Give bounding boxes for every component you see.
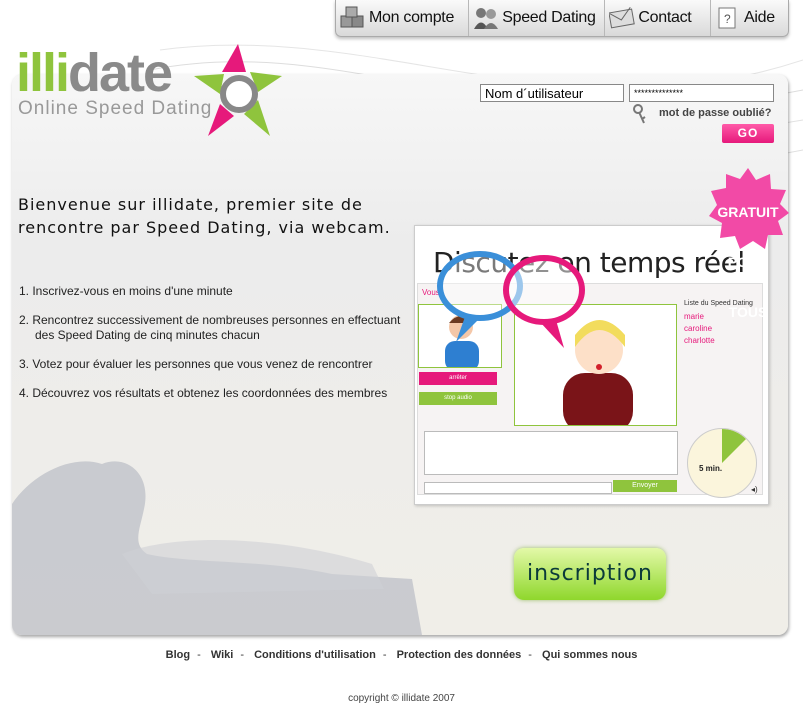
- login-go-button[interactable]: GO: [722, 124, 774, 143]
- top-navigation: Mon compte Speed Dating Contact ? Aide: [335, 0, 789, 37]
- demo-timer: [687, 428, 757, 498]
- demo-chat-area: [424, 431, 678, 475]
- steps-list: 1. Inscrivez-vous en moins d'une minute …: [19, 284, 414, 415]
- nav-label: Mon compte: [369, 9, 455, 26]
- speaker-icon: ◂): [751, 485, 758, 494]
- step-item-continued: des Speed Dating de cinq minutes chacun: [35, 328, 260, 342]
- keys-icon: [633, 104, 646, 124]
- nav-mon-compte[interactable]: Mon compte: [336, 0, 470, 36]
- footer-link-wiki[interactable]: Wiki: [211, 649, 234, 661]
- demo-send-button: Envoyer: [613, 480, 677, 492]
- demo-green-button: stop audio: [419, 392, 497, 405]
- footer-link-about[interactable]: Qui sommes nous: [542, 649, 637, 661]
- nav-speed-dating[interactable]: Speed Dating: [469, 0, 606, 36]
- envelope-icon: [608, 6, 636, 30]
- svg-text:?: ?: [724, 12, 731, 26]
- nav-label: Aide: [744, 9, 775, 26]
- step-item: 1. Inscrivez-vous en moins d'une minute: [19, 284, 233, 298]
- username-input[interactable]: [480, 84, 624, 102]
- step-item: 3. Votez pour évaluer les personnes que …: [19, 357, 373, 371]
- silhouette-illustration: [12, 461, 422, 635]
- people-icon: [473, 6, 499, 30]
- footer-link-conditions[interactable]: Conditions d'utilisation: [254, 649, 376, 661]
- forgot-password-link[interactable]: mot de passe oublié?: [659, 107, 771, 119]
- boxes-icon: [340, 6, 366, 30]
- step-item: 4. Découvrez vos résultats et obtenez le…: [19, 386, 388, 400]
- footer-link-protection[interactable]: Protection des données: [397, 649, 522, 661]
- free-badge: GRATUIT POUR TOUS: [707, 168, 789, 320]
- demo-list-item: charlotte: [684, 336, 715, 345]
- demo-list-item: caroline: [684, 324, 713, 333]
- nav-label: Speed Dating: [502, 9, 596, 26]
- help-icon: ?: [715, 6, 741, 30]
- demo-chat-input: [424, 482, 612, 494]
- password-input[interactable]: [629, 84, 774, 102]
- footer-links: Blog - Wiki - Conditions d'utilisation - Pr…: [165, 649, 638, 661]
- nav-contact[interactable]: Contact: [605, 0, 711, 36]
- demo-list-item: marie: [684, 312, 705, 321]
- nav-aide[interactable]: ? Aide: [711, 0, 788, 36]
- welcome-heading: Bienvenue sur illidate, premier site de …: [18, 195, 391, 237]
- nav-label: Contact: [638, 9, 692, 26]
- logo[interactable]: illidate Online Speed Dating: [16, 46, 212, 120]
- demo-pink-button: arrêter: [419, 372, 497, 385]
- footer-link-blog[interactable]: Blog: [166, 649, 190, 661]
- demo-timer-label: 5 min.: [699, 464, 723, 473]
- inscription-button[interactable]: inscription: [514, 548, 666, 600]
- speech-bubbles-icon: [437, 251, 585, 348]
- copyright: copyright © illidate 2007: [348, 693, 455, 704]
- star-logo-icon: [194, 44, 282, 136]
- logo-wordmark: illidate: [16, 43, 173, 103]
- step-item: 2. Rencontrez successivement de nombreus…: [19, 313, 401, 327]
- logo-tagline: Online Speed Dating: [18, 98, 213, 119]
